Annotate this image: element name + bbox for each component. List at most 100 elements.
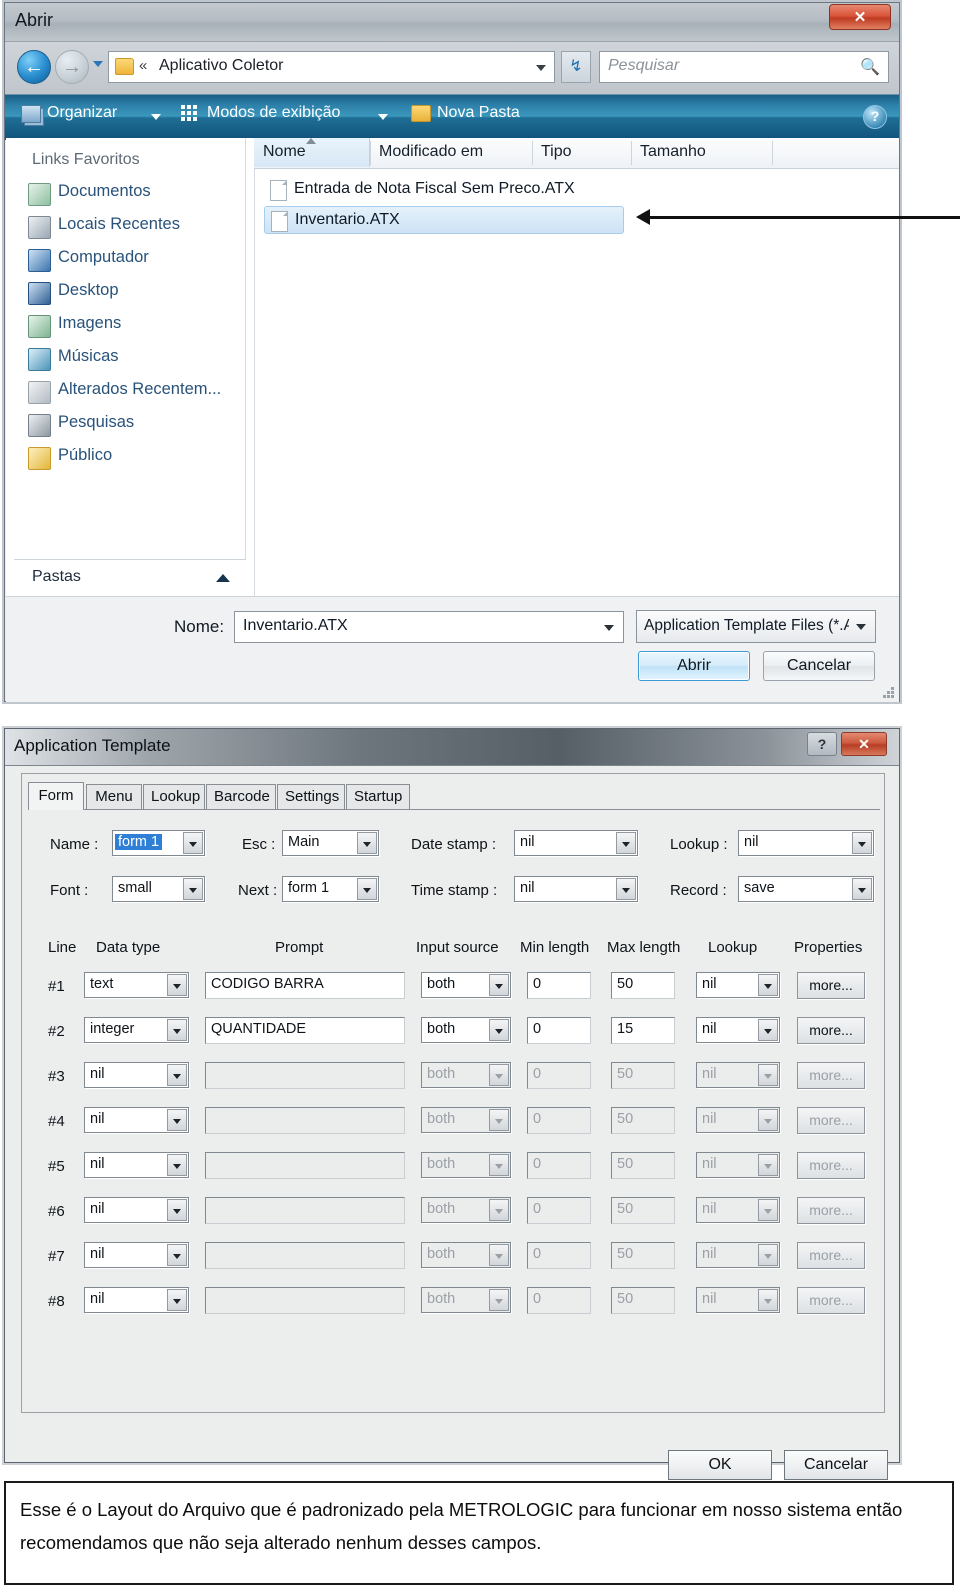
tab-barcode[interactable]: Barcode [206,784,276,810]
row-lookup-select[interactable]: nil [696,1017,780,1043]
input-source-select[interactable]: both [421,1017,511,1043]
chevron-down-icon[interactable] [616,832,636,854]
file-name-input[interactable]: Inventario.ATX [234,611,624,643]
column-header-nome[interactable]: Nome [263,143,306,161]
data-type-select[interactable]: text [84,972,189,998]
prompt-input[interactable]: CODIGO BARRA [205,972,405,999]
chevron-down-icon[interactable] [758,1019,778,1041]
views-button[interactable]: Modos de exibição [207,104,340,122]
list-item-selected[interactable]: Inventario.ATX [264,206,624,234]
data-type-select[interactable]: nil [84,1152,189,1178]
data-type-select[interactable]: nil [84,1107,189,1133]
data-type-select[interactable]: integer [84,1017,189,1043]
chevron-down-icon[interactable] [489,974,509,996]
tab-settings[interactable]: Settings [277,784,345,810]
prompt-input[interactable]: QUANTIDADE [205,1017,405,1044]
chevron-down-icon[interactable] [758,974,778,996]
chevron-down-icon[interactable] [357,832,377,854]
tab-startup[interactable]: Startup [346,784,410,810]
name-select[interactable]: form 1 [112,830,205,856]
record-select[interactable]: save [738,876,874,902]
sidebar-item-desktop[interactable]: Desktop [28,279,238,307]
list-item[interactable]: Entrada de Nota Fiscal Sem Preco.ATX [264,176,624,204]
row-lookup-select[interactable]: nil [696,972,780,998]
column-divider[interactable] [370,141,371,165]
chevron-down-icon[interactable] [489,1019,509,1041]
folders-pane-toggle[interactable]: Pastas [14,559,246,596]
chevron-down-icon[interactable] [852,878,872,900]
lookup-select[interactable]: nil [738,830,874,856]
forward-arrow-icon[interactable]: → [55,50,89,84]
max-length-input[interactable]: 15 [611,1017,675,1044]
breadcrumb-overflow-icon[interactable]: « [139,57,147,74]
sidebar-item-computador[interactable]: Computador [28,246,238,274]
chevron-down-icon[interactable] [378,114,388,120]
data-type-select[interactable]: nil [84,1197,189,1223]
chevron-down-icon[interactable] [183,832,203,854]
cancel-button[interactable]: Cancelar [763,651,875,681]
organize-button[interactable]: Organizar [47,104,117,122]
more-properties-button[interactable]: more... [797,972,865,999]
chevron-down-icon[interactable] [616,878,636,900]
column-header-modificado-em[interactable]: Modificado em [379,143,483,161]
column-header-tamanho[interactable]: Tamanho [640,143,706,161]
help-icon[interactable]: ? [863,105,887,129]
sidebar-item-musicas[interactable]: Músicas [28,345,238,373]
data-type-select[interactable]: nil [84,1242,189,1268]
min-length-input[interactable]: 0 [527,972,591,999]
sidebar-item-pesquisas[interactable]: Pesquisas [28,411,238,439]
column-header-tipo[interactable]: Tipo [541,143,572,161]
chevron-down-icon[interactable] [167,1064,187,1086]
min-length-input[interactable]: 0 [527,1017,591,1044]
more-properties-button[interactable]: more... [797,1017,865,1044]
sidebar-item-alterados-recentemente[interactable]: Alterados Recentem... [28,378,238,406]
chevron-down-icon[interactable] [167,1109,187,1131]
chevron-down-icon[interactable] [167,1289,187,1311]
help-icon[interactable]: ? [807,732,837,756]
close-icon[interactable]: ✕ [841,732,887,756]
cancel-button[interactable]: Cancelar [784,1450,888,1480]
chevron-down-icon[interactable] [852,832,872,854]
chevron-down-icon[interactable] [183,878,203,900]
sidebar-item-publico[interactable]: Público [28,444,238,472]
input-source-select[interactable]: both [421,972,511,998]
open-button[interactable]: Abrir [638,651,750,681]
tab-menu[interactable]: Menu [86,784,142,810]
tab-lookup[interactable]: Lookup [143,784,205,810]
sidebar-item-locais-recentes[interactable]: Locais Recentes [28,213,238,241]
esc-select[interactable]: Main [282,830,379,856]
chevron-up-icon[interactable] [216,574,230,582]
ok-button[interactable]: OK [668,1450,772,1480]
refresh-icon[interactable]: ↯ [561,51,591,83]
chevron-down-icon[interactable] [357,878,377,900]
resize-grip-icon[interactable] [883,687,895,699]
chevron-down-icon[interactable] [167,1244,187,1266]
sidebar-item-documentos[interactable]: Documentos [28,180,238,208]
sidebar-item-imagens[interactable]: Imagens [28,312,238,340]
chevron-down-icon[interactable] [167,974,187,996]
file-type-filter-select[interactable]: Application Template Files (*.A [636,610,876,643]
chevron-down-icon[interactable] [167,1019,187,1041]
address-bar[interactable]: « Aplicativo Coletor [108,51,555,83]
date-stamp-select[interactable]: nil [514,830,638,856]
max-length-input[interactable]: 50 [611,972,675,999]
data-type-select[interactable]: nil [84,1062,189,1088]
chevron-down-icon[interactable] [167,1199,187,1221]
column-divider[interactable] [772,141,773,165]
back-arrow-icon[interactable]: ← [17,50,51,84]
column-divider[interactable] [532,141,533,165]
time-stamp-select[interactable]: nil [514,876,638,902]
chevron-down-icon[interactable] [604,625,614,631]
chevron-down-icon[interactable] [93,61,103,67]
column-divider[interactable] [631,141,632,165]
next-select[interactable]: form 1 [282,876,379,902]
chevron-down-icon[interactable] [167,1154,187,1176]
chevron-down-icon[interactable] [536,65,546,71]
close-icon[interactable]: ✕ [829,4,891,30]
chevron-down-icon[interactable] [151,114,161,120]
search-input[interactable]: Pesquisar 🔍 [599,51,889,83]
chevron-down-icon[interactable] [856,624,866,630]
font-select[interactable]: small [112,876,205,902]
new-folder-button[interactable]: Nova Pasta [437,104,520,122]
data-type-select[interactable]: nil [84,1287,189,1313]
